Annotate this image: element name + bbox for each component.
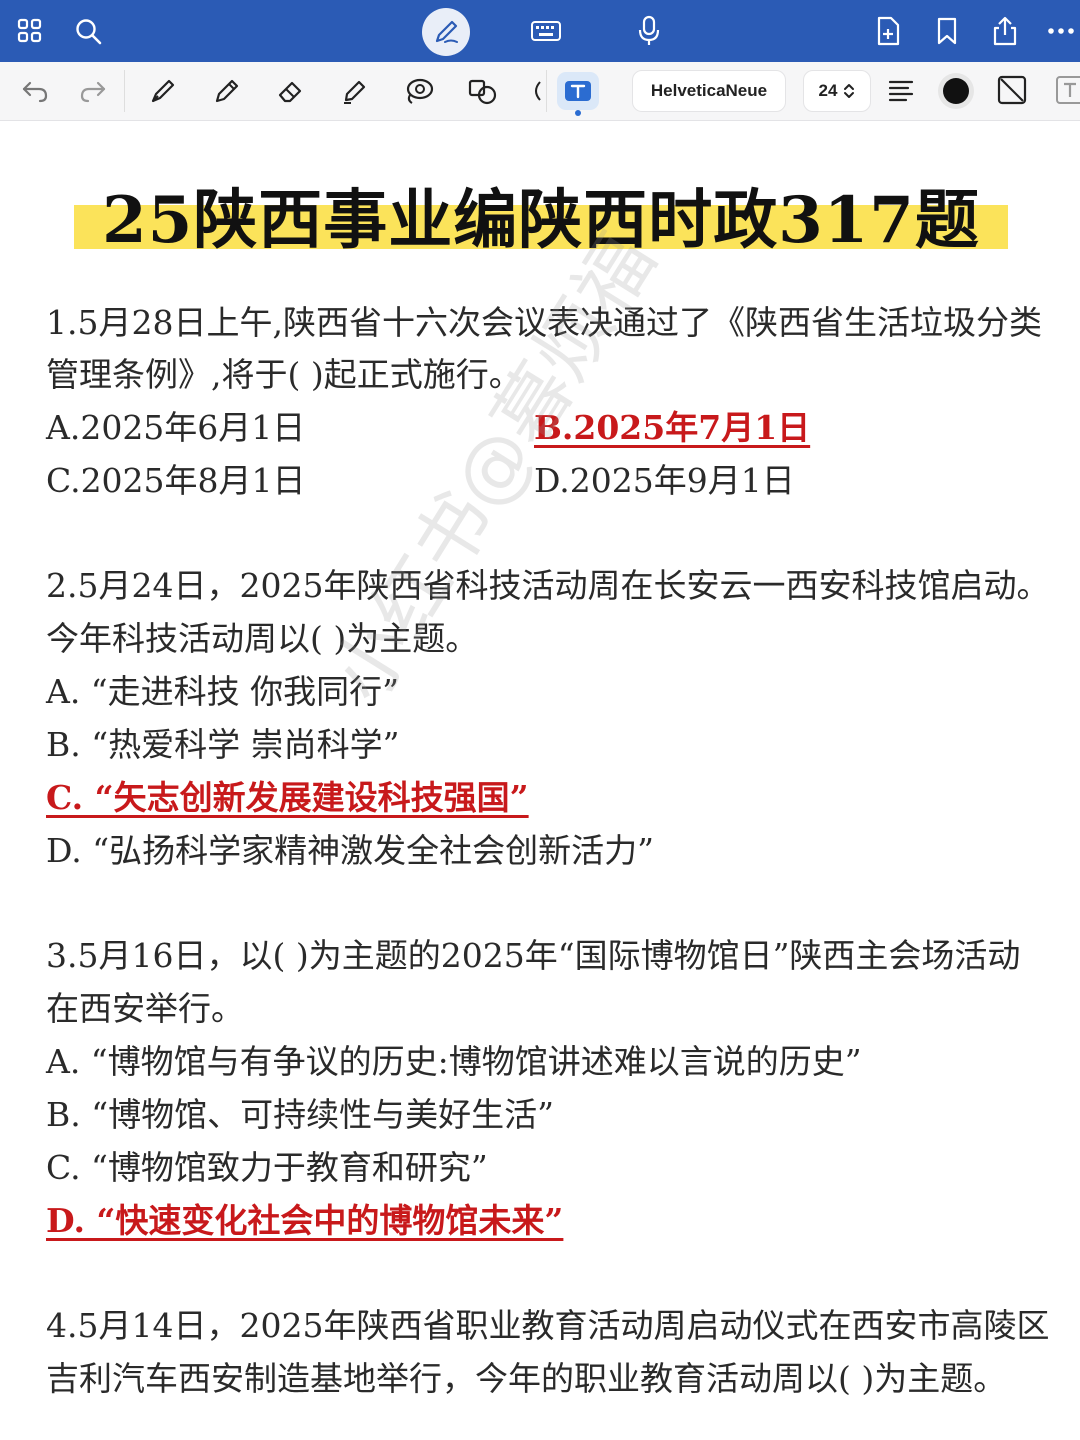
redo-icon[interactable]	[73, 71, 113, 111]
fountain-pen-icon[interactable]	[143, 71, 183, 111]
question-3-option-a: A. “博物馆与有争议的历史:博物馆讲述难以言说的历史”	[46, 1042, 862, 1081]
text-align-icon[interactable]	[886, 76, 918, 106]
question-2-option-a: A. “走进科技 你我同行”	[46, 672, 400, 711]
toolbar-divider	[124, 70, 125, 112]
question-1-stem-line-1: 1.5月28日上午,陕西省十六次会议表决通过了《陕西省生活垃圾分类	[46, 303, 1042, 342]
text-tool-icon[interactable]	[557, 72, 599, 110]
active-tool-dot	[575, 110, 581, 116]
lasso-icon[interactable]	[399, 71, 439, 111]
microphone-icon[interactable]	[634, 0, 664, 62]
question-2-option-d: D. “弘扬科学家精神激发全社会创新活力”	[46, 831, 655, 870]
title-block: 25陕西事业编陕西时政317题	[74, 175, 1008, 258]
pencil-icon[interactable]	[207, 71, 247, 111]
partial-tool-icon[interactable]	[525, 71, 545, 111]
document-page[interactable]: 25陕西事业编陕西时政317题 1.5月28日上午,陕西省十六次会议表决通过了《…	[0, 121, 1080, 1440]
question-2-stem-line-2: 今年科技活动周以( )为主题。	[46, 619, 479, 658]
drawing-toolbar	[0, 62, 1080, 121]
current-color-swatch	[943, 78, 969, 104]
font-size-label: 24	[818, 81, 838, 100]
question-1-option-a: A.2025年6月1日	[46, 408, 306, 447]
question-2-option-c-answer: C. “矢志创新发展建设科技强国”	[46, 778, 529, 817]
question-3-option-d-answer: D. “快速变化社会中的博物馆未来”	[46, 1201, 564, 1240]
question-3-option-b: B. “博物馆、可持续性与美好生活”	[46, 1095, 554, 1134]
page-title: 25陕西事业编陕西时政317题	[102, 183, 980, 258]
shapes-icon[interactable]	[463, 71, 503, 111]
search-icon[interactable]	[72, 0, 104, 62]
text-border-icon[interactable]	[996, 74, 1030, 108]
question-2-stem-line-1: 2.5月24日，2025年陕西省科技活动周在长安云一西安科技馆启动。	[46, 566, 1050, 605]
question-1-stem-line-2: 管理条例》,将于( )起正式施行。	[46, 355, 522, 394]
more-icon[interactable]	[1046, 0, 1076, 62]
question-4-stem-line-1: 4.5月14日，2025年陕西省职业教育活动周启动仪式在西安市高陵区	[46, 1306, 1050, 1345]
color-picker[interactable]	[938, 73, 974, 109]
pen-mode-icon[interactable]	[422, 8, 470, 56]
font-family-selector[interactable]: HelveticaNeue	[632, 70, 786, 112]
share-icon[interactable]	[988, 0, 1022, 62]
add-page-icon[interactable]	[872, 0, 904, 62]
stepper-chevron-icon	[844, 84, 855, 98]
bookmark-icon[interactable]	[932, 0, 962, 62]
eraser-icon[interactable]	[271, 71, 311, 111]
question-3-option-c: C. “博物馆致力于教育和研究”	[46, 1148, 488, 1187]
app-top-bar	[0, 0, 1080, 62]
question-4-stem-line-2: 吉利汽车西安制造基地举行，今年的职业教育活动周以( )为主题。	[46, 1359, 1007, 1398]
font-size-selector[interactable]: 24	[803, 70, 871, 112]
question-1-option-b-answer: B.2025年7月1日	[534, 408, 811, 447]
text-style-icon[interactable]	[1054, 74, 1080, 108]
undo-icon[interactable]	[15, 71, 55, 111]
keyboard-icon[interactable]	[528, 0, 564, 62]
font-family-label: HelveticaNeue	[650, 81, 768, 100]
question-2-option-b: B. “热爱科学 崇尚科学”	[46, 725, 400, 764]
grid-icon[interactable]	[14, 0, 46, 62]
question-3-stem-line-2: 在西安举行。	[46, 989, 244, 1028]
highlighter-icon[interactable]	[335, 71, 375, 111]
question-3-stem-line-1: 3.5月16日，以( )为主题的2025年“国际博物馆日”陕西主会场活动	[46, 936, 1021, 975]
question-1-option-c: C.2025年8月1日	[46, 461, 306, 500]
question-1-option-d: D.2025年9月1日	[534, 461, 795, 500]
toolbar-divider	[546, 70, 547, 112]
